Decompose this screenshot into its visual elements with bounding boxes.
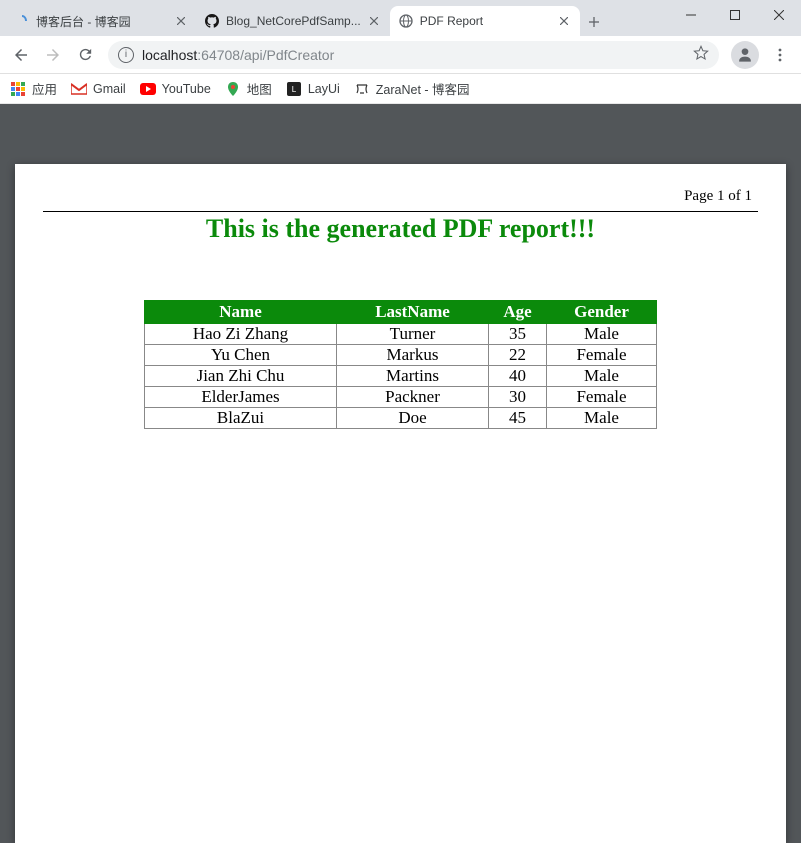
report-title: This is the generated PDF report!!! xyxy=(43,214,758,244)
maximize-button[interactable] xyxy=(713,0,757,30)
bookmark-layui[interactable]: L LayUi xyxy=(286,81,340,97)
cell-age: 22 xyxy=(489,345,547,366)
tab-title: PDF Report xyxy=(420,14,551,28)
svg-text:L: L xyxy=(292,85,297,94)
col-age-header: Age xyxy=(489,301,547,324)
window-controls xyxy=(669,0,801,30)
tab-pdf-report[interactable]: PDF Report xyxy=(390,6,580,36)
apps-grid-icon xyxy=(10,81,26,97)
profile-avatar[interactable] xyxy=(731,41,759,69)
address-bar[interactable]: i localhost:64708/api/PdfCreator xyxy=(108,41,719,69)
bookmark-gmail[interactable]: Gmail xyxy=(71,81,126,97)
menu-button[interactable] xyxy=(765,40,795,70)
bookmark-label: LayUi xyxy=(308,82,340,96)
page-indicator: Page 1 of 1 xyxy=(43,188,758,205)
maps-icon xyxy=(225,81,241,97)
zaranet-icon xyxy=(354,81,370,97)
cell-name: Jian Zhi Chu xyxy=(145,366,337,387)
cell-last: Turner xyxy=(337,324,489,345)
table-row: Hao Zi ZhangTurner35Male xyxy=(145,324,657,345)
close-window-button[interactable] xyxy=(757,0,801,30)
col-name-header: Name xyxy=(145,301,337,324)
globe-icon xyxy=(398,13,414,29)
cell-age: 45 xyxy=(489,408,547,429)
tab-cnblogs-admin[interactable]: 博客后台 - 博客园 xyxy=(6,6,196,36)
apps-label: 应用 xyxy=(32,79,57,98)
back-button[interactable] xyxy=(6,40,36,70)
url-text: localhost:64708/api/PdfCreator xyxy=(142,47,334,63)
tab-title: 博客后台 - 博客园 xyxy=(36,13,167,30)
close-icon[interactable] xyxy=(557,14,572,29)
bookmark-label: 地图 xyxy=(247,79,272,98)
cell-last: Packner xyxy=(337,387,489,408)
gmail-icon xyxy=(71,81,87,97)
pdf-page: Page 1 of 1 This is the generated PDF re… xyxy=(15,164,786,843)
cell-name: BlaZui xyxy=(145,408,337,429)
cell-gender: Male xyxy=(547,366,657,387)
bookmark-label: ZaraNet - 博客园 xyxy=(376,79,470,98)
tab-github-repo[interactable]: Blog_NetCorePdfSamp... xyxy=(196,6,390,36)
cnblogs-icon xyxy=(14,13,30,29)
report-table: Name LastName Age Gender Hao Zi ZhangTur… xyxy=(144,300,657,429)
cell-age: 30 xyxy=(489,387,547,408)
cell-gender: Male xyxy=(547,408,657,429)
browser-toolbar: i localhost:64708/api/PdfCreator xyxy=(0,36,801,74)
site-info-icon[interactable]: i xyxy=(118,47,134,63)
table-row: ElderJamesPackner30Female xyxy=(145,387,657,408)
cell-name: ElderJames xyxy=(145,387,337,408)
header-rule xyxy=(43,211,758,212)
cell-name: Yu Chen xyxy=(145,345,337,366)
youtube-icon xyxy=(140,81,156,97)
close-icon[interactable] xyxy=(367,14,382,29)
cell-last: Martins xyxy=(337,366,489,387)
table-row: Yu ChenMarkus22Female xyxy=(145,345,657,366)
github-icon xyxy=(204,13,220,29)
cell-age: 40 xyxy=(489,366,547,387)
bookmark-zaranet[interactable]: ZaraNet - 博客园 xyxy=(354,79,470,98)
forward-button[interactable] xyxy=(38,40,68,70)
col-gender-header: Gender xyxy=(547,301,657,324)
cell-name: Hao Zi Zhang xyxy=(145,324,337,345)
table-header-row: Name LastName Age Gender xyxy=(145,301,657,324)
bookmarks-bar: 应用 Gmail YouTube 地图 L LayUi ZaraNet - 博客… xyxy=(0,74,801,104)
url-host: localhost xyxy=(142,47,197,63)
cell-gender: Female xyxy=(547,387,657,408)
new-tab-button[interactable] xyxy=(580,8,608,36)
bookmark-maps[interactable]: 地图 xyxy=(225,79,272,98)
cell-last: Markus xyxy=(337,345,489,366)
bookmark-star-icon[interactable] xyxy=(693,45,709,64)
close-icon[interactable] xyxy=(173,14,188,29)
cell-age: 35 xyxy=(489,324,547,345)
minimize-button[interactable] xyxy=(669,0,713,30)
tab-title: Blog_NetCorePdfSamp... xyxy=(226,14,361,28)
url-path: :64708/api/PdfCreator xyxy=(197,47,334,63)
reload-button[interactable] xyxy=(70,40,100,70)
cell-gender: Female xyxy=(547,345,657,366)
bookmark-label: YouTube xyxy=(162,82,211,96)
table-row: Jian Zhi ChuMartins40Male xyxy=(145,366,657,387)
bookmark-youtube[interactable]: YouTube xyxy=(140,81,211,97)
pdf-viewer: Page 1 of 1 This is the generated PDF re… xyxy=(0,104,801,843)
table-row: BlaZuiDoe45Male xyxy=(145,408,657,429)
col-lastname-header: LastName xyxy=(337,301,489,324)
layui-icon: L xyxy=(286,81,302,97)
cell-gender: Male xyxy=(547,324,657,345)
bookmark-label: Gmail xyxy=(93,82,126,96)
cell-last: Doe xyxy=(337,408,489,429)
apps-shortcut[interactable]: 应用 xyxy=(10,79,57,98)
